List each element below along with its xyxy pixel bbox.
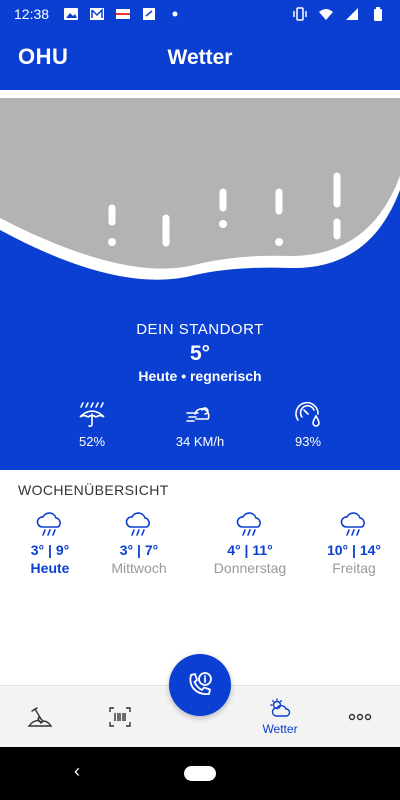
- rain-cloud-icon: [236, 512, 261, 536]
- mail-icon: [90, 8, 105, 20]
- day-temps: 10° | 14°: [326, 542, 382, 558]
- signal-icon: [346, 8, 358, 20]
- nav-item-shovel[interactable]: [10, 686, 70, 748]
- back-icon[interactable]: ‹: [74, 761, 80, 782]
- nav-item-wetter[interactable]: Wetter: [250, 686, 310, 748]
- stat-wind: 34 KM/h: [155, 400, 245, 449]
- wind-icon: [186, 407, 210, 422]
- day-temps: 4° | 11°: [227, 542, 273, 558]
- nav-item-more[interactable]: [330, 686, 390, 748]
- umbrella-rain-icon: [79, 402, 105, 428]
- more-icon: [348, 713, 372, 721]
- system-icons: [292, 7, 386, 21]
- battery-icon: [374, 7, 382, 21]
- stat-humidity: 93%: [263, 400, 353, 449]
- rain-cloud-icon: [125, 512, 150, 536]
- nav-label-wetter: Wetter: [262, 722, 298, 736]
- day-forecast-freitag[interactable]: 10° | 14° Freitag: [309, 512, 399, 576]
- day-forecast-today[interactable]: 3° | 9° Heute: [5, 512, 95, 576]
- humidity-gauge-icon: [295, 401, 320, 427]
- vibrate-icon: [293, 7, 307, 21]
- status-bar: 12:38: [0, 0, 400, 28]
- document-icon: [143, 8, 156, 20]
- day-name: Heute: [30, 560, 70, 576]
- home-pill[interactable]: [184, 766, 216, 781]
- week-overview-title: WOCHENÜBERSICHT: [18, 482, 169, 498]
- contact-fab-button[interactable]: [169, 654, 231, 716]
- nav-item-scanner[interactable]: [90, 686, 150, 748]
- humidity-value: 93%: [294, 434, 322, 449]
- rain-cloud-icon: [340, 512, 365, 536]
- day-forecast-mittwoch[interactable]: 3° | 7° Mittwoch: [94, 512, 184, 576]
- rain-cloud-icon: [36, 512, 61, 536]
- current-temperature: 5°: [189, 342, 211, 365]
- dot-icon: [172, 11, 178, 17]
- status-time: 12:38: [14, 6, 50, 22]
- notification-icons: [63, 7, 183, 21]
- wind-value: 34 KM/h: [175, 434, 225, 449]
- image-icon: [64, 8, 79, 20]
- weather-description: Heute • regnerisch: [138, 368, 262, 384]
- weather-icon: [270, 698, 291, 717]
- shovel-icon: [27, 707, 53, 727]
- page-title: Wetter: [167, 46, 233, 69]
- rain-cloud-illustration: [0, 90, 400, 280]
- day-name: Mittwoch: [111, 560, 167, 576]
- day-name: Donnerstag: [213, 560, 287, 576]
- barcode-scan-icon: [109, 707, 131, 727]
- day-temps: 3° | 7°: [119, 542, 159, 558]
- system-navigation-bar: ‹: [0, 747, 400, 800]
- location-label: DEIN STANDORT: [136, 321, 264, 338]
- day-temps: 3° | 9°: [30, 542, 70, 558]
- flag-icon: [116, 9, 131, 19]
- precipitation-value: 52%: [78, 434, 106, 449]
- phone-info-icon: [189, 672, 212, 696]
- app-header: OHU Wetter: [0, 28, 400, 90]
- day-name: Freitag: [332, 560, 376, 576]
- stat-precipitation: 52%: [47, 400, 137, 449]
- wifi-icon: [319, 9, 333, 20]
- day-forecast-donnerstag[interactable]: 4° | 11° Donnerstag: [205, 512, 295, 576]
